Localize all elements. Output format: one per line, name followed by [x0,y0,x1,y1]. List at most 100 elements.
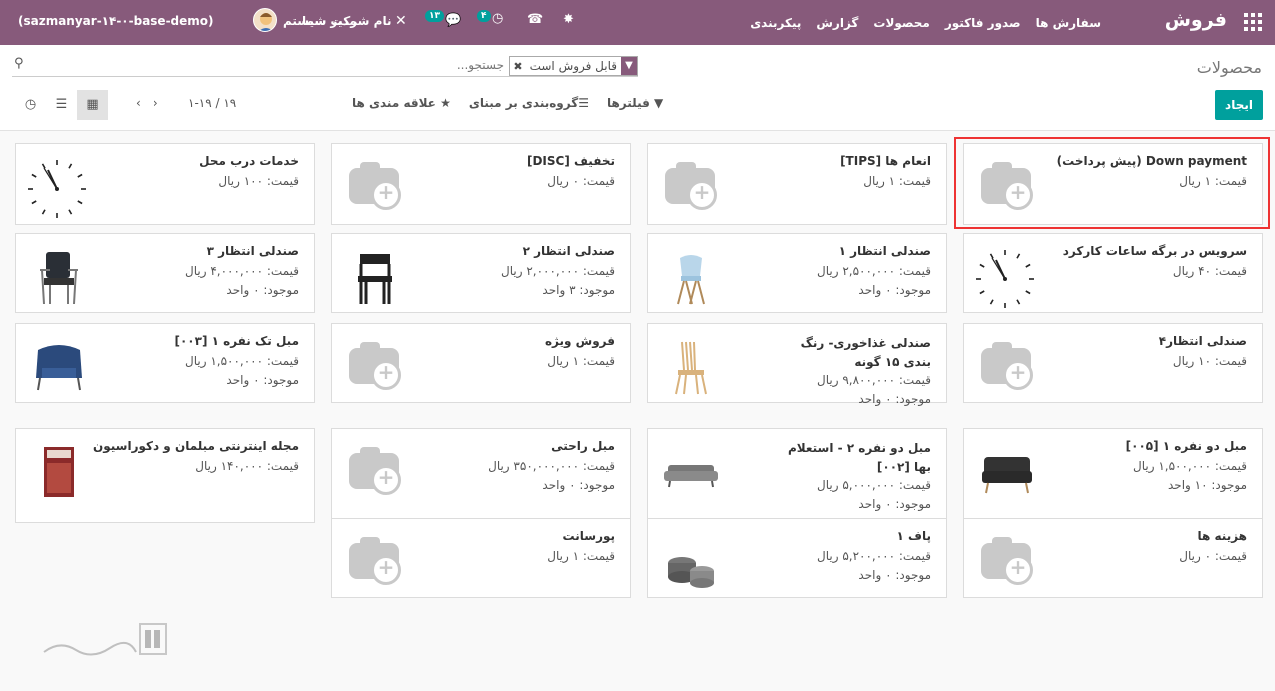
product-name: مبل دو نفره ۲ - استعلام بها [۰۰۲] [787,441,931,474]
product-detail: موجود: ۱۰ واحد [1167,478,1247,492]
product-name: صندلی انتظار ۲ [522,244,615,258]
product-card[interactable]: مبل دو نفره ۲ - استعلام بها [۰۰۲] قیمت: ۵… [647,428,947,523]
product-name: مبل راحتی [551,439,615,453]
product-card[interactable]: صندلی انتظار ۳ قیمت: ۴,۰۰۰,۰۰۰ ریال موجود:… [15,233,315,313]
view-switcher: ◷ ☰ ▦ [15,90,108,120]
user-role[interactable]: مدیر سیستم [283,14,357,28]
product-name: مبل دو نفره ۱ [۰۰۵] [1125,439,1247,453]
product-detail: موجود: ۰ واحد [542,478,615,492]
filters-dropdown[interactable]: ▼ فیلترها [607,96,663,110]
product-card[interactable]: انعام ها [TIPS] قیمت: ۱ ریال [647,143,947,225]
product-image [346,248,404,306]
menu-invoicing[interactable]: صدور فاکتور [945,16,1021,30]
menu-configuration[interactable]: پیکربندی [750,16,801,30]
product-detail: موجود: ۰ واحد [226,373,299,387]
product-name: فروش ویژه [544,334,615,348]
pager-next-icon[interactable]: › [153,96,158,110]
product-card[interactable]: مبل تک نفره ۱ [۰۰۳] قیمت: ۱,۵۰۰,۰۰۰ ریال م… [15,323,315,403]
phone-icon[interactable]: ☎ [527,12,543,27]
product-card[interactable]: صندلی انتظار ۱ قیمت: ۲,۵۰۰,۰۰۰ ریال موجود:… [647,233,947,313]
product-card[interactable]: هزینه ها قیمت: ۰ ریال [963,518,1263,598]
product-image [30,338,88,396]
product-image [28,158,88,218]
tools-icon[interactable]: ✕ [395,13,407,29]
apps-grid-icon[interactable] [1244,13,1262,31]
product-detail: قیمت: ۱ ریال [547,549,615,563]
product-detail: موجود: ۰ واحد [858,392,931,406]
product-detail: قیمت: ۹,۸۰۰,۰۰۰ ریال [816,373,931,387]
camera-placeholder-icon [349,342,401,390]
product-card[interactable]: پاف ۱ قیمت: ۵,۲۰۰,۰۰۰ ریال موجود: ۰ واحد [647,518,947,598]
menu-orders[interactable]: سفارش ها [1036,16,1101,30]
product-card[interactable]: فروش ویژه قیمت: ۱ ریال [331,323,631,403]
product-detail: قیمت: ۳۵۰,۰۰۰,۰۰۰ ریال [488,459,615,473]
product-card[interactable]: صندلی غذاخوری- رنگ بندی ۱۵ گونه قیمت: ۹,۸… [647,323,947,406]
breadcrumb: محصولات [1196,58,1262,77]
product-image [662,443,720,501]
search-facet[interactable]: ▼ قابل فروش است ✖ [509,56,638,76]
groupby-dropdown[interactable]: ☰گروه‌بندی بر مبنای [469,96,589,110]
product-name: پورسانت [562,529,615,543]
product-card[interactable]: مبل راحتی قیمت: ۳۵۰,۰۰۰,۰۰۰ ریال موجود: ۰ … [331,428,631,523]
product-card[interactable]: صندلی انتظار ۲ قیمت: ۲,۰۰۰,۰۰۰ ریال موجود:… [331,233,631,313]
product-name: خدمات درب محل [199,154,299,168]
search-input[interactable] [204,58,504,72]
menu-products[interactable]: محصولات [873,16,929,30]
camera-placeholder-icon [349,447,401,495]
activity-badge[interactable]: ۴ [477,10,491,22]
camera-placeholder-icon [349,537,401,585]
product-name: صندلی انتظار۴ [1158,334,1247,348]
filter-icon: ▼ [649,96,664,110]
app-brand[interactable]: فروش [1165,9,1227,31]
product-card[interactable]: پورسانت قیمت: ۱ ریال [331,518,631,598]
product-card[interactable]: مجله اینترنتی مبلمان و دکوراسیون قیمت: ۱۴… [15,428,315,523]
product-card[interactable]: Down payment (پیش پرداخت) قیمت: ۱ ریال [963,143,1263,225]
product-detail: موجود: ۰ واحد [226,283,299,297]
list-view-icon[interactable]: ☰ [46,90,77,120]
pager-arrows: ‹ › [136,96,158,110]
product-detail: موجود: ۳ واحد [542,283,615,297]
activity-view-icon[interactable]: ◷ [15,90,46,120]
facet-remove-icon[interactable]: ✖ [510,60,525,73]
product-name: هزینه ها [1197,529,1247,543]
create-button[interactable]: ایجاد [1215,90,1263,120]
product-card[interactable]: مبل دو نفره ۱ [۰۰۵] قیمت: ۱,۵۰۰,۰۰۰ ریال م… [963,428,1263,523]
chat-badge[interactable]: ۱۳ [425,10,444,22]
product-name: مبل تک نفره ۱ [۰۰۳] [174,334,299,348]
product-image [30,248,88,306]
chat-icon[interactable]: 💬 [445,13,461,28]
product-card[interactable]: تخفیف [DISC] قیمت: ۰ ریال [331,143,631,225]
product-name: Down payment (پیش پرداخت) [1056,154,1247,168]
camera-placeholder-icon [981,537,1033,585]
star-icon: ★ [435,96,451,110]
product-detail: قیمت: ۱۰۰ ریال [218,174,299,188]
product-detail: قیمت: ۱ ریال [863,174,931,188]
product-detail: قیمت: ۴,۰۰۰,۰۰۰ ریال [184,264,299,278]
debug-bug-icon[interactable]: ✸ [563,12,574,27]
menu-reporting[interactable]: گزارش [816,16,858,30]
activity-clock-icon[interactable]: ◷ [492,11,503,26]
systray: نام شرکت شما ✕ مدیر سیستم (sazmanyar-۱۴-… [0,0,700,45]
user-name[interactable]: (sazmanyar-۱۴-۰-base-demo) [18,14,214,28]
product-card[interactable]: سرویس در برگه ساعات کارکرد قیمت: ۴۰ ریال [963,233,1263,313]
product-name: صندلی انتظار ۳ [206,244,299,258]
list-icon: ☰ [578,96,589,110]
avatar[interactable] [253,8,277,32]
product-image [662,248,720,306]
main-menu: سفارش ها صدور فاکتور محصولات گزارش پیکرب… [750,0,1101,45]
product-detail: قیمت: ۱ ریال [547,354,615,368]
favorites-dropdown[interactable]: ★ علاقه مندی ها [352,96,451,110]
pager-previous-icon[interactable]: ‹ [136,96,141,110]
search-icon[interactable]: ⚲ [14,56,24,71]
product-image [662,533,720,591]
product-name: پاف ۱ [896,529,931,543]
product-card[interactable]: صندلی انتظار۴ قیمت: ۱۰ ریال [963,323,1263,403]
product-detail: قیمت: ۴۰ ریال [1172,264,1247,278]
product-card[interactable]: خدمات درب محل قیمت: ۱۰۰ ریال [15,143,315,225]
pager-value[interactable]: ۱-۱۹ / ۱۹ [188,96,236,110]
camera-placeholder-icon [981,342,1033,390]
filter-icon: ▼ [621,57,637,75]
kanban-view-icon[interactable]: ▦ [77,90,108,120]
product-name: انعام ها [TIPS] [840,154,931,168]
product-detail: قیمت: ۲,۵۰۰,۰۰۰ ریال [816,264,931,278]
